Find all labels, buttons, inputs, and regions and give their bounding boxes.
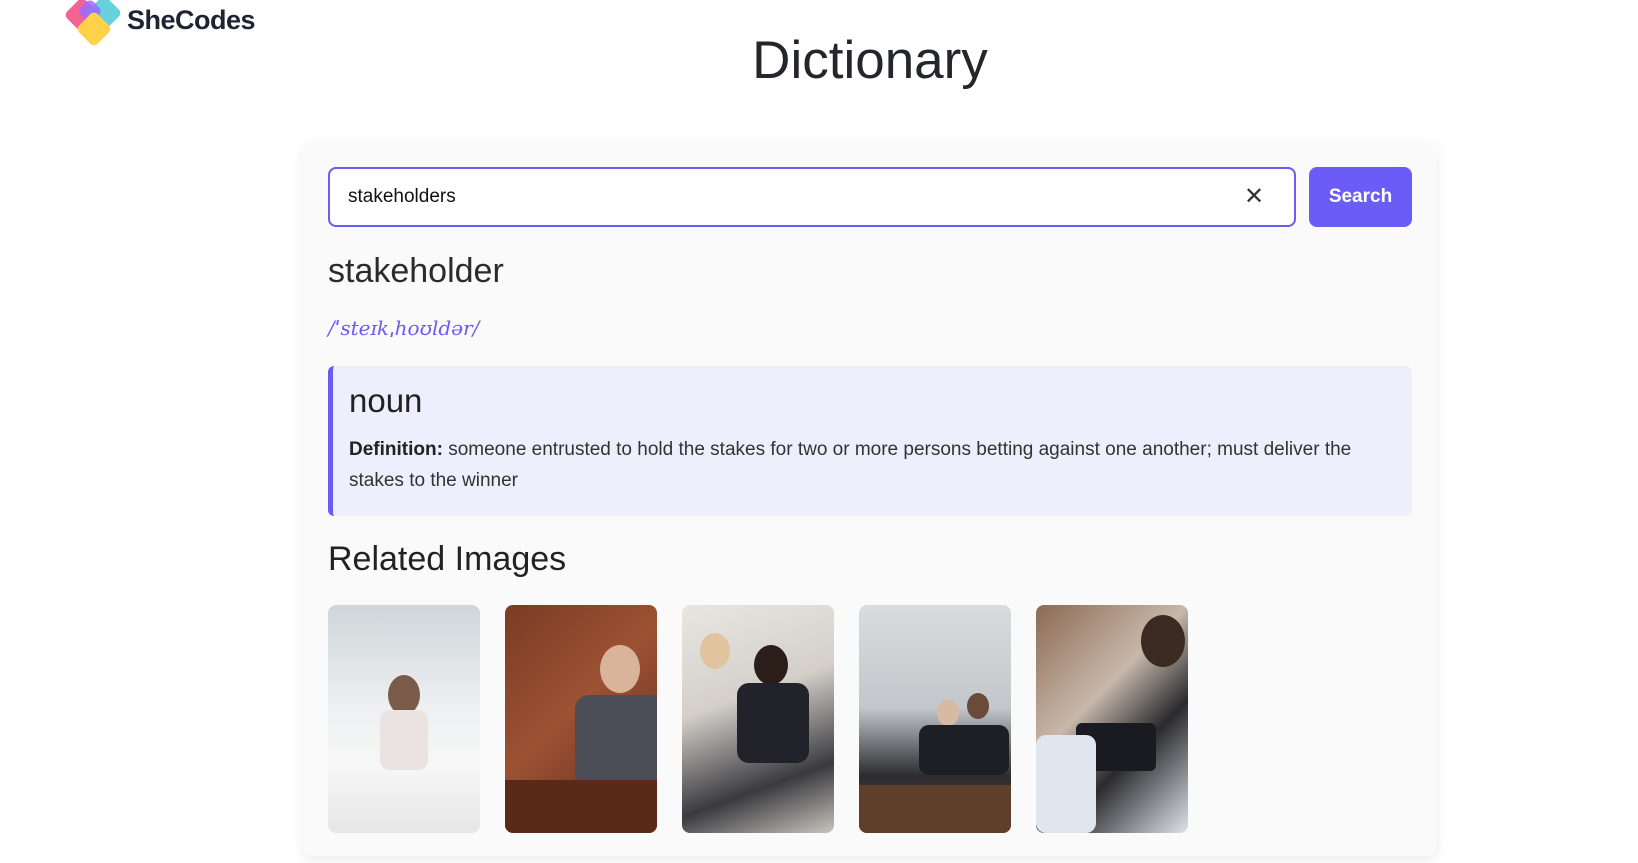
dictionary-card: ✕ Search stakeholder /ˈsteɪkˌhoʊldər/ no… — [303, 142, 1437, 856]
related-image-2[interactable] — [505, 605, 657, 833]
page-title: Dictionary — [752, 31, 988, 90]
definition: Definition: someone entrusted to hold th… — [349, 434, 1394, 496]
related-image-3[interactable] — [682, 605, 834, 833]
definition-label: Definition: — [349, 439, 443, 460]
definition-text: someone entrusted to hold the stakes for… — [349, 439, 1352, 491]
page: SheCodes Dictionary ✕ Search stakeholder… — [0, 0, 1638, 863]
part-of-speech: noun — [349, 382, 423, 419]
search-button[interactable]: Search — [1309, 167, 1412, 227]
related-image-1[interactable] — [328, 605, 480, 833]
close-icon[interactable]: ✕ — [1240, 183, 1268, 211]
result-word: stakeholder — [328, 252, 504, 290]
search-form: ✕ Search — [328, 167, 1412, 227]
search-input[interactable] — [330, 169, 1248, 225]
related-images-gallery — [328, 605, 1213, 833]
related-image-5[interactable] — [1036, 605, 1188, 833]
phonetic-text: /ˈsteɪkˌhoʊldər/ — [328, 316, 480, 340]
meaning-block: noun Definition: someone entrusted to ho… — [328, 366, 1412, 516]
related-image-4[interactable] — [859, 605, 1011, 833]
related-images-heading: Related Images — [328, 540, 567, 578]
search-box: ✕ — [328, 167, 1296, 227]
